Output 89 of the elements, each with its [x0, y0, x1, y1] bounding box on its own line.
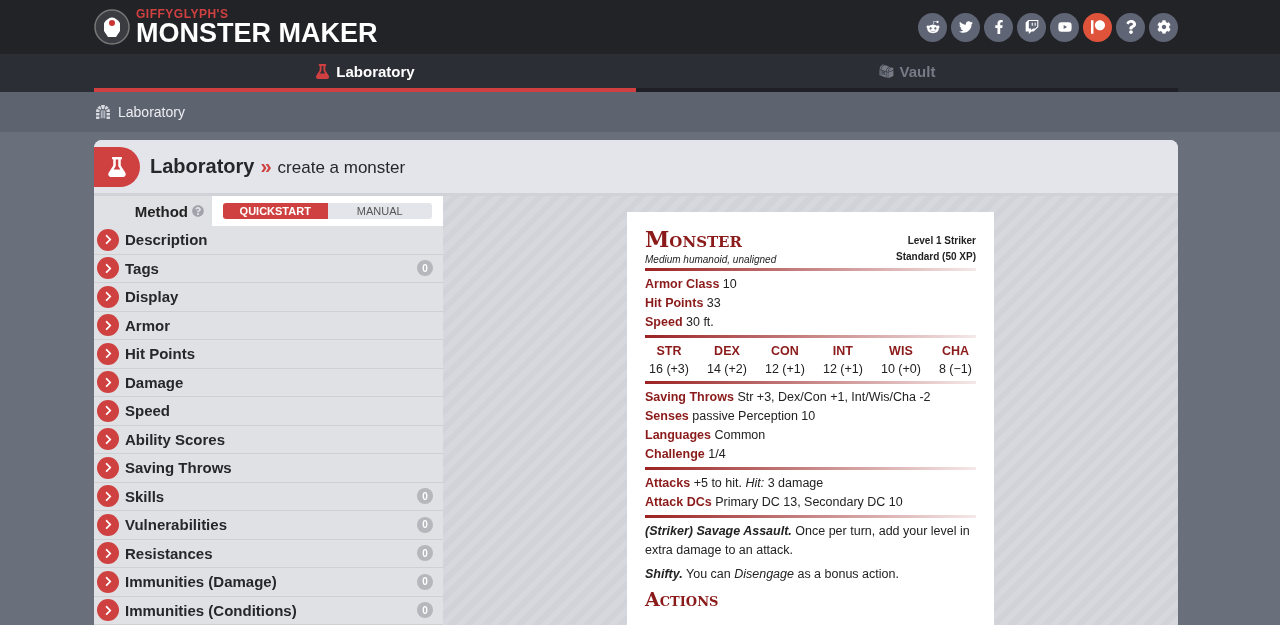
twitter-icon — [958, 20, 973, 34]
stat-line: Senses passive Perception 10 — [645, 408, 817, 425]
monster-role: Level 1 Striker — [906, 234, 976, 248]
chevron-icon — [97, 599, 119, 622]
page-title: Laboratory — [150, 155, 255, 178]
chevron-icon — [97, 314, 119, 337]
section-item[interactable]: Armor — [94, 311, 443, 340]
stat-line: Challenge 1/4 — [645, 446, 727, 463]
ability-name: DEX — [713, 343, 741, 360]
count-badge: 0 — [417, 516, 433, 533]
stat-line: Hit Points 33 — [645, 295, 722, 312]
twitter-button[interactable] — [951, 12, 980, 42]
section-item[interactable]: Resistances 0 — [94, 539, 443, 568]
ability-score: 12 (+1) — [764, 361, 805, 378]
stat-line: Armor Class 10 — [645, 276, 738, 293]
section-item[interactable]: Immunities (Conditions) 0 — [94, 596, 443, 625]
feature-text: (Striker) Savage Assault. Once per turn, add your level in extra damage to an attack. — [645, 523, 971, 559]
ability-name: STR — [655, 343, 683, 360]
count-badge: 0 — [417, 602, 433, 619]
twitch-icon — [1024, 20, 1039, 34]
ability-score: 8 (−1) — [938, 361, 972, 378]
section-item[interactable]: Description — [94, 226, 443, 255]
chevron-icon — [97, 570, 119, 593]
section-item[interactable]: Saving Throws — [94, 454, 443, 483]
stat-line: Attacks +5 to hit. Hit: 3 damage — [645, 475, 825, 492]
ability-score: 14 (+2) — [707, 361, 747, 378]
help-button[interactable] — [1116, 12, 1145, 42]
chevron-icon — [97, 257, 119, 280]
section-item[interactable]: Tags 0 — [94, 254, 443, 283]
chest-icon — [878, 63, 894, 79]
method-option[interactable]: QUICKSTART — [223, 203, 328, 219]
ability-name: WIS — [888, 343, 914, 360]
flask-icon — [315, 63, 331, 79]
section-item[interactable]: Immunities (Damage) 0 — [94, 568, 443, 597]
section-item[interactable]: Vulnerabilities 0 — [94, 511, 443, 540]
stat-line: Languages Common — [645, 427, 767, 444]
section-item[interactable]: Ability Scores — [94, 425, 443, 454]
settings-button[interactable] — [1149, 12, 1178, 42]
ability-score: 12 (+1) — [822, 361, 863, 378]
section-item[interactable]: Skills 0 — [94, 482, 443, 511]
ability-name: CHA — [940, 343, 970, 360]
count-badge: 0 — [417, 545, 433, 562]
chevron-icon — [97, 428, 119, 451]
ability-score: 16 (+3) — [649, 361, 689, 378]
chevron-icon — [97, 399, 119, 422]
ability-score: 10 (+0) — [880, 361, 921, 378]
brand-title: MONSTER MAKER — [136, 19, 378, 47]
ability-name: INT — [831, 343, 854, 360]
count-badge: 0 — [417, 260, 433, 277]
actions-heading: Actions — [645, 589, 720, 610]
count-badge: 0 — [417, 573, 433, 590]
twitch-button[interactable] — [1017, 12, 1046, 42]
youtube-icon — [1057, 20, 1072, 34]
chevron-icon — [97, 456, 119, 479]
chevron-icon — [97, 371, 119, 394]
chevron-icon — [97, 228, 119, 251]
flask-badge-icon — [94, 146, 140, 187]
brand-tagline: GIFFYGLYPH'S — [136, 7, 230, 20]
count-badge: 0 — [417, 488, 433, 505]
stat-line: Speed 30 ft. — [645, 314, 715, 331]
monster-name: Monster — [645, 228, 744, 250]
title-separator: » — [260, 155, 272, 178]
dungeon-icon — [96, 105, 110, 119]
facebook-button[interactable] — [984, 12, 1013, 42]
stat-line: Attack DCs Primary DC 13, Secondary DC 10 — [645, 494, 904, 511]
reddit-button[interactable] — [918, 12, 947, 42]
youtube-button[interactable] — [1050, 12, 1079, 42]
chevron-icon — [97, 285, 119, 308]
feature-text: Shifty. You can Disengage as a bonus action. — [645, 566, 900, 583]
section-item[interactable]: Speed — [94, 397, 443, 426]
monster-type: Medium humanoid, unaligned — [645, 254, 777, 265]
method-label: Method — [134, 202, 188, 220]
settings-icon — [1156, 20, 1171, 34]
section-item[interactable]: Hit Points — [94, 340, 443, 369]
patreon-icon — [1090, 20, 1105, 34]
stat-line: Saving Throws Str +3, Dex/Con +1, Int/Wis/Cha -2 — [645, 389, 932, 406]
page-subtitle: create a monster — [277, 158, 406, 178]
chevron-icon — [97, 342, 119, 365]
reddit-icon — [925, 20, 940, 34]
chevron-icon — [97, 542, 119, 565]
section-item[interactable]: Display — [94, 283, 443, 312]
patreon-button[interactable] — [1083, 12, 1112, 42]
breadcrumb: Laboratory — [118, 104, 185, 120]
chevron-icon — [97, 485, 119, 508]
section-item[interactable]: Damage — [94, 368, 443, 397]
chevron-icon — [97, 513, 119, 536]
monster-xp: Standard (50 XP) — [895, 250, 976, 264]
method-option[interactable]: MANUAL — [327, 203, 432, 219]
ability-name: CON — [770, 343, 800, 360]
